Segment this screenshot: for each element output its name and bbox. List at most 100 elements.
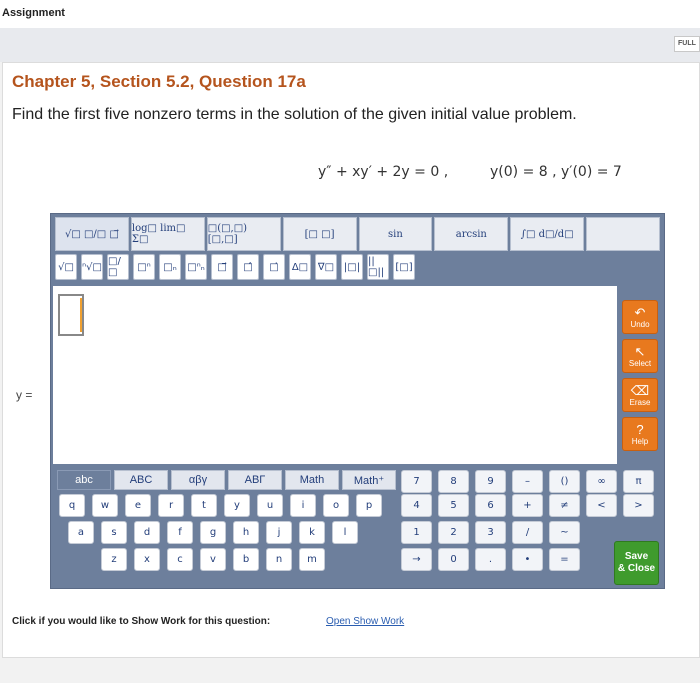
save-close-button[interactable]: Save & Close bbox=[614, 541, 659, 585]
key-row3-4[interactable]: b bbox=[233, 548, 259, 571]
key-row1-3[interactable]: r bbox=[158, 494, 184, 517]
key-row2-5[interactable]: h bbox=[233, 521, 259, 544]
key-numrow2-0[interactable]: 4 bbox=[401, 494, 432, 517]
virtual-keyboard: abc ABC αβγ ABΓ Math Math⁺ qwertyuiop asd… bbox=[53, 466, 664, 588]
key-numrow2-3[interactable]: + bbox=[512, 494, 543, 517]
kb-tab-math-plus[interactable]: Math⁺ bbox=[342, 470, 396, 490]
tab-calculus[interactable]: ∫□ d□/d□ bbox=[510, 217, 585, 251]
key-row2-7[interactable]: k bbox=[299, 521, 325, 544]
question-title: Chapter 5, Section 5.2, Question 17a bbox=[12, 72, 306, 91]
key-numrow4-0[interactable]: → bbox=[401, 548, 432, 571]
kb-tab-greek-lower[interactable]: αβγ bbox=[171, 470, 225, 490]
abs-symbol[interactable]: |□| bbox=[341, 254, 363, 280]
key-numrow2-4[interactable]: ≠ bbox=[549, 494, 580, 517]
dot-symbol[interactable]: □̇ bbox=[263, 254, 285, 280]
nabla-symbol[interactable]: ∇□ bbox=[315, 254, 337, 280]
key-numrow1-1[interactable]: 8 bbox=[438, 470, 469, 493]
key-row1-5[interactable]: y bbox=[224, 494, 250, 517]
symbol-row: √□ ⁿ√□ □/□ □ⁿ □ₙ □ⁿₙ □⃗ □̂ □̇ Δ□ ∇□ |□| … bbox=[55, 254, 415, 284]
superscript-symbol[interactable]: □ⁿ bbox=[133, 254, 155, 280]
key-row2-0[interactable]: a bbox=[68, 521, 94, 544]
key-numrow1-2[interactable]: 9 bbox=[475, 470, 506, 493]
key-numrow2-1[interactable]: 5 bbox=[438, 494, 469, 517]
kb-tab-abc[interactable]: abc bbox=[57, 470, 111, 490]
kb-tab-greek-upper[interactable]: ABΓ bbox=[228, 470, 282, 490]
erase-label: Erase bbox=[629, 397, 651, 407]
key-row3-0[interactable]: z bbox=[101, 548, 127, 571]
key-numrow4-1[interactable]: 0 bbox=[438, 548, 469, 571]
key-row1-2[interactable]: e bbox=[125, 494, 151, 517]
key-row2-2[interactable]: d bbox=[134, 521, 160, 544]
tab-trig[interactable]: sin bbox=[358, 217, 433, 251]
key-row2-4[interactable]: g bbox=[200, 521, 226, 544]
key-row3-6[interactable]: m bbox=[299, 548, 325, 571]
erase-icon: ⌫ bbox=[630, 382, 650, 398]
tab-matrices[interactable]: [□ □] bbox=[282, 217, 357, 251]
key-row1-7[interactable]: i bbox=[290, 494, 316, 517]
key-row1-9[interactable]: p bbox=[356, 494, 382, 517]
subscript-symbol[interactable]: □ₙ bbox=[159, 254, 181, 280]
key-numrow4-2[interactable]: . bbox=[475, 548, 506, 571]
tab-inverse-trig[interactable]: arcsin bbox=[434, 217, 509, 251]
key-row2-3[interactable]: f bbox=[167, 521, 193, 544]
full-screen-button[interactable]: FULL bbox=[674, 36, 700, 52]
key-row3-3[interactable]: v bbox=[200, 548, 226, 571]
key-numrow1-3[interactable]: – bbox=[512, 470, 543, 493]
template-tab-row: √□ □/□ □⃗ log□ lim□ Σ□ □(□,□) [□,□] [□ □… bbox=[55, 217, 660, 251]
hat-symbol[interactable]: □̂ bbox=[237, 254, 259, 280]
tab-intervals[interactable]: □(□,□) [□,□] bbox=[206, 217, 281, 251]
key-row1-0[interactable]: q bbox=[59, 494, 85, 517]
vector-symbol[interactable]: □⃗ bbox=[211, 254, 233, 280]
bracket-symbol[interactable]: [□] bbox=[393, 254, 415, 280]
key-numrow2-2[interactable]: 6 bbox=[475, 494, 506, 517]
key-numrow3-1[interactable]: 2 bbox=[438, 521, 469, 544]
key-row1-6[interactable]: u bbox=[257, 494, 283, 517]
key-numrow4-3[interactable]: • bbox=[512, 548, 543, 571]
key-row2-8[interactable]: l bbox=[332, 521, 358, 544]
differential-equation: y″ + xy′ + 2y = 0 , bbox=[318, 164, 449, 180]
key-numrow3-0[interactable]: 1 bbox=[401, 521, 432, 544]
open-show-work-link[interactable]: Open Show Work bbox=[326, 616, 404, 627]
tab-log-lim-sum[interactable]: log□ lim□ Σ□ bbox=[130, 217, 205, 251]
key-numrow2-6[interactable]: > bbox=[623, 494, 654, 517]
key-row1-4[interactable]: t bbox=[191, 494, 217, 517]
key-row3-2[interactable]: c bbox=[167, 548, 193, 571]
fraction-symbol[interactable]: □/□ bbox=[107, 254, 129, 280]
editor-side-buttons: ↶ Undo ↖ Select ⌫ Erase ? Help bbox=[622, 300, 658, 456]
sqrt-symbol[interactable]: √□ bbox=[55, 254, 77, 280]
key-row1-8[interactable]: o bbox=[323, 494, 349, 517]
select-icon: ↖ bbox=[634, 343, 646, 359]
top-bar: Assignment bbox=[0, 0, 700, 28]
delta-symbol[interactable]: Δ□ bbox=[289, 254, 311, 280]
key-row3-1[interactable]: x bbox=[134, 548, 160, 571]
key-numrow4-4[interactable]: = bbox=[549, 548, 580, 571]
key-numrow2-5[interactable]: < bbox=[586, 494, 617, 517]
math-editor: √□ □/□ □⃗ log□ lim□ Σ□ □(□,□) [□,□] [□ □… bbox=[50, 213, 665, 589]
key-row3-5[interactable]: n bbox=[266, 548, 292, 571]
key-numrow1-6[interactable]: π bbox=[623, 470, 654, 493]
kb-tab-ABC[interactable]: ABC bbox=[114, 470, 168, 490]
sub-superscript-symbol[interactable]: □ⁿₙ bbox=[185, 254, 207, 280]
help-button[interactable]: ? Help bbox=[622, 417, 658, 451]
key-numrow1-4[interactable]: () bbox=[549, 470, 580, 493]
nth-root-symbol[interactable]: ⁿ√□ bbox=[81, 254, 103, 280]
key-numrow3-3[interactable]: / bbox=[512, 521, 543, 544]
key-row2-6[interactable]: j bbox=[266, 521, 292, 544]
tab-roots-fractions[interactable]: √□ □/□ □⃗ bbox=[55, 217, 129, 251]
kb-tab-math[interactable]: Math bbox=[285, 470, 339, 490]
tab-blank[interactable] bbox=[586, 217, 660, 251]
cursor-placeholder[interactable] bbox=[58, 294, 84, 336]
key-numrow3-4[interactable]: ~ bbox=[549, 521, 580, 544]
save-label: Save bbox=[624, 551, 649, 562]
erase-button[interactable]: ⌫ Erase bbox=[622, 378, 658, 412]
answer-input-area[interactable] bbox=[53, 286, 617, 464]
undo-button[interactable]: ↶ Undo bbox=[622, 300, 658, 334]
key-row1-1[interactable]: w bbox=[92, 494, 118, 517]
select-button[interactable]: ↖ Select bbox=[622, 339, 658, 373]
key-numrow3-2[interactable]: 3 bbox=[475, 521, 506, 544]
key-numrow1-0[interactable]: 7 bbox=[401, 470, 432, 493]
key-numrow1-5[interactable]: ∞ bbox=[586, 470, 617, 493]
norm-symbol[interactable]: ||□|| bbox=[367, 254, 389, 280]
question-text: Find the first five nonzero terms in the… bbox=[12, 106, 577, 123]
key-row2-1[interactable]: s bbox=[101, 521, 127, 544]
